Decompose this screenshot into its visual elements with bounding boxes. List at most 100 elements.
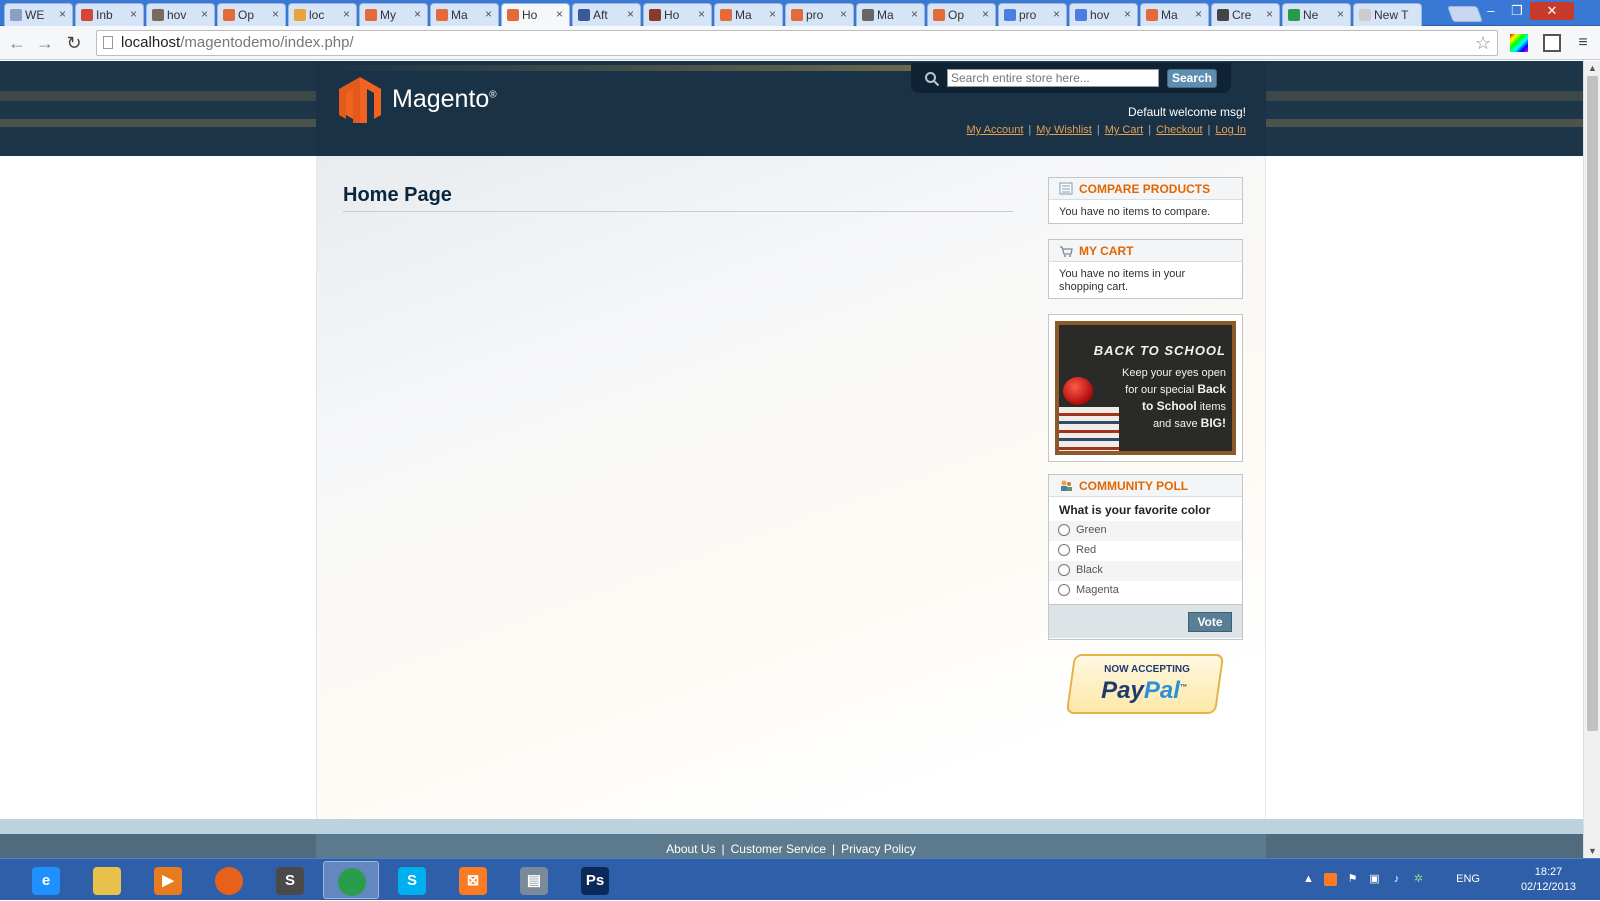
- radio-red[interactable]: [1058, 544, 1070, 556]
- browser-tab[interactable]: Ne ×: [1282, 3, 1351, 26]
- tab-close-icon[interactable]: ×: [1195, 7, 1202, 21]
- taskbar-app[interactable]: Ps: [567, 861, 623, 899]
- taskbar-app[interactable]: [79, 861, 135, 899]
- browser-tab[interactable]: New T: [1353, 3, 1422, 26]
- bookmark-star-icon[interactable]: ☆: [1475, 31, 1491, 55]
- browser-tab[interactable]: Op ×: [927, 3, 996, 26]
- language-indicator[interactable]: ENG: [1456, 873, 1480, 885]
- flag-icon[interactable]: ⚑: [1346, 873, 1359, 886]
- log-in-link[interactable]: Log In: [1215, 124, 1246, 136]
- browser-tab[interactable]: Ma ×: [856, 3, 925, 26]
- menu-icon[interactable]: ≡: [1572, 32, 1594, 54]
- tab-close-icon[interactable]: ×: [201, 7, 208, 21]
- paypal-badge[interactable]: NOW ACCEPTING PayPal™: [1065, 654, 1225, 714]
- tab-close-icon[interactable]: ×: [59, 7, 66, 21]
- tab-close-icon[interactable]: ×: [1124, 7, 1131, 21]
- xampp-tray-icon[interactable]: [1324, 873, 1337, 886]
- tab-close-icon[interactable]: ×: [556, 7, 563, 21]
- tab-close-icon[interactable]: ×: [1337, 7, 1344, 21]
- magento-logo-icon[interactable]: [339, 77, 381, 123]
- scroll-up-arrow-icon[interactable]: ▲: [1588, 63, 1597, 73]
- browser-tab[interactable]: pro ×: [785, 3, 854, 26]
- logo-text[interactable]: Magento®: [392, 85, 497, 114]
- browser-tab[interactable]: Ma ×: [1140, 3, 1209, 26]
- volume-icon[interactable]: ♪: [1390, 873, 1403, 886]
- cast-extension-icon[interactable]: [1543, 34, 1561, 52]
- browser-tab[interactable]: pro ×: [998, 3, 1067, 26]
- footer-strip: [0, 819, 1583, 834]
- tab-close-icon[interactable]: ×: [1053, 7, 1060, 21]
- tab-close-icon[interactable]: ×: [343, 7, 350, 21]
- browser-tab[interactable]: Cre ×: [1211, 3, 1280, 26]
- taskbar-app[interactable]: ⊠: [445, 861, 501, 899]
- poll-option-black[interactable]: Black: [1049, 561, 1242, 581]
- tab-close-icon[interactable]: ×: [840, 7, 847, 21]
- tab-close-icon[interactable]: ×: [982, 7, 989, 21]
- search-button[interactable]: Search: [1167, 69, 1217, 88]
- radio-magenta[interactable]: [1058, 584, 1070, 596]
- taskbar-app[interactable]: S: [262, 861, 318, 899]
- browser-tab[interactable]: Op ×: [217, 3, 286, 26]
- sync-icon[interactable]: ✲: [1412, 873, 1425, 886]
- taskbar-app[interactable]: [323, 861, 379, 899]
- poll-option-red[interactable]: Red: [1049, 541, 1242, 561]
- scroll-down-arrow-icon[interactable]: ▼: [1588, 846, 1597, 856]
- tab-close-icon[interactable]: ×: [911, 7, 918, 21]
- taskbar-app[interactable]: e: [18, 861, 74, 899]
- browser-tab[interactable]: WE ×: [4, 3, 73, 26]
- address-bar[interactable]: localhost/magentodemo/index.php/ ☆: [96, 30, 1498, 56]
- reload-icon[interactable]: ↻: [63, 32, 85, 54]
- minimize-button[interactable]: –: [1478, 2, 1504, 20]
- browser-tab[interactable]: hov ×: [1069, 3, 1138, 26]
- privacy-policy-link[interactable]: Privacy Policy: [841, 842, 916, 856]
- browser-tab[interactable]: loc ×: [288, 3, 357, 26]
- tab-close-icon[interactable]: ×: [627, 7, 634, 21]
- checkout-link[interactable]: Checkout: [1156, 124, 1202, 136]
- page-title: Home Page: [343, 184, 1013, 212]
- my-account-link[interactable]: My Account: [967, 124, 1024, 136]
- vote-button[interactable]: Vote: [1188, 612, 1232, 632]
- taskbar-app[interactable]: ▶: [140, 861, 196, 899]
- poll-option-green[interactable]: Green: [1049, 521, 1242, 541]
- browser-tab[interactable]: My ×: [359, 3, 428, 26]
- browser-tab[interactable]: Ma ×: [430, 3, 499, 26]
- search-input[interactable]: [947, 69, 1159, 87]
- my-wishlist-link[interactable]: My Wishlist: [1036, 124, 1092, 136]
- magento-icon: [365, 9, 377, 21]
- books-image: [1059, 407, 1119, 451]
- radio-green[interactable]: [1058, 524, 1070, 536]
- color-extension-icon[interactable]: [1510, 34, 1528, 52]
- taskbar-app[interactable]: [201, 861, 257, 899]
- back-to-school-banner[interactable]: BACK TO SCHOOL Keep your eyes open for o…: [1048, 314, 1243, 462]
- my-cart-link[interactable]: My Cart: [1105, 124, 1144, 136]
- tab-close-icon[interactable]: ×: [698, 7, 705, 21]
- taskbar-app[interactable]: S: [384, 861, 440, 899]
- tab-close-icon[interactable]: ×: [130, 7, 137, 21]
- back-arrow-icon[interactable]: ←: [6, 32, 28, 54]
- browser-tab[interactable]: Ma ×: [714, 3, 783, 26]
- vertical-scrollbar[interactable]: ▲ ▼: [1583, 61, 1600, 858]
- browser-tab[interactable]: Aft ×: [572, 3, 641, 26]
- restore-button[interactable]: ❐: [1504, 2, 1530, 20]
- customer-service-link[interactable]: Customer Service: [731, 842, 826, 856]
- tray-expand-icon[interactable]: ▲: [1302, 873, 1315, 886]
- tab-close-icon[interactable]: ×: [485, 7, 492, 21]
- browser-tab[interactable]: Ho ×: [643, 3, 712, 26]
- poll-option-magenta[interactable]: Magenta: [1049, 581, 1242, 601]
- tab-close-icon[interactable]: ×: [769, 7, 776, 21]
- radio-black[interactable]: [1058, 564, 1070, 576]
- browser-tab[interactable]: Inb ×: [75, 3, 144, 26]
- scroll-thumb[interactable]: [1587, 76, 1598, 731]
- browser-tab[interactable]: hov ×: [146, 3, 215, 26]
- sublime-icon: S: [276, 867, 304, 895]
- forward-arrow-icon[interactable]: →: [34, 32, 56, 54]
- tab-close-icon[interactable]: ×: [272, 7, 279, 21]
- tab-close-icon[interactable]: ×: [414, 7, 421, 21]
- about-us-link[interactable]: About Us: [666, 842, 715, 856]
- tab-close-icon[interactable]: ×: [1266, 7, 1273, 21]
- clock[interactable]: 18:27 02/12/2013: [1521, 865, 1576, 895]
- taskbar-app[interactable]: ▤: [506, 861, 562, 899]
- browser-tab[interactable]: Ho ×: [501, 3, 570, 26]
- network-icon[interactable]: ▣: [1368, 873, 1381, 886]
- close-window-button[interactable]: ✕: [1530, 2, 1574, 20]
